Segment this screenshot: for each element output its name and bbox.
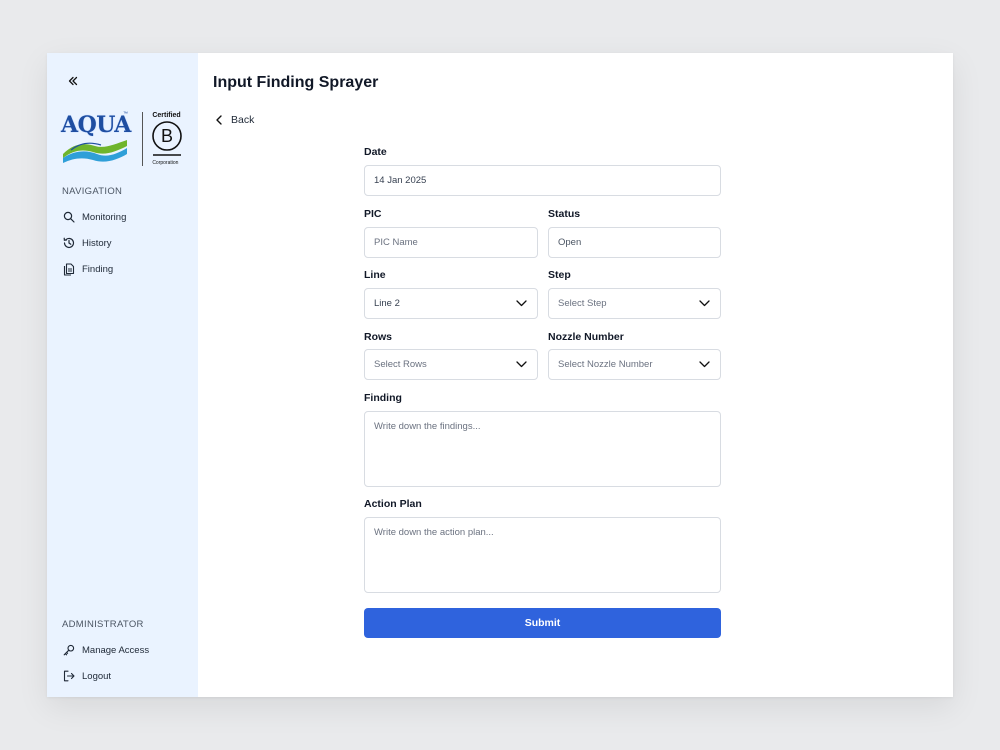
aqua-wordmark: AQUA bbox=[61, 112, 131, 138]
sidebar-item-manage-access[interactable]: Manage Access bbox=[62, 642, 149, 658]
administrator-heading: ADMINISTRATOR bbox=[62, 619, 144, 630]
aqua-wave-icon bbox=[63, 140, 127, 163]
navigation-heading: NAVIGATION bbox=[62, 186, 123, 197]
logo-divider bbox=[142, 112, 144, 166]
line-select[interactable]: Line 2 bbox=[364, 288, 538, 319]
bcorp-logo: Certified B Corporation bbox=[151, 110, 185, 168]
submit-button[interactable]: Submit bbox=[364, 608, 721, 638]
chevron-down-icon bbox=[698, 298, 710, 310]
action-plan-placeholder: Write down the action plan... bbox=[374, 527, 494, 538]
sidebar-item-label: Finding bbox=[82, 263, 114, 275]
chevron-down-icon bbox=[515, 298, 527, 310]
action-plan-textarea[interactable]: Write down the action plan... bbox=[364, 517, 721, 593]
sidebar-item-label: Manage Access bbox=[82, 644, 150, 656]
app-window: AQUA ™ Certified B Corporation NAVIGATIO… bbox=[47, 53, 953, 697]
document-icon bbox=[62, 262, 76, 276]
sidebar-item-label: Logout bbox=[82, 670, 112, 682]
key-icon bbox=[62, 643, 76, 657]
line-label: Line bbox=[364, 269, 386, 281]
bcorp-certified-text: Certified bbox=[152, 112, 181, 119]
collapse-sidebar-button[interactable] bbox=[62, 70, 84, 92]
logout-icon bbox=[62, 669, 76, 683]
chevron-left-icon bbox=[216, 115, 222, 125]
pic-label: PIC bbox=[364, 208, 382, 220]
svg-text:B: B bbox=[161, 126, 173, 146]
line-value: Line 2 bbox=[374, 298, 400, 309]
status-label: Status bbox=[548, 208, 581, 220]
sidebar-item-label: History bbox=[82, 237, 112, 249]
sidebar-item-label: Monitoring bbox=[82, 211, 127, 223]
action-plan-label: Action Plan bbox=[364, 498, 422, 510]
main-content: Input Finding Sprayer Back Date 14 Jan 2… bbox=[198, 53, 953, 697]
step-placeholder: Select Step bbox=[558, 298, 607, 309]
step-label: Step bbox=[548, 269, 571, 281]
rows-select[interactable]: Select Rows bbox=[364, 349, 538, 380]
company-logo: AQUA ™ Certified B Corporation bbox=[61, 110, 185, 168]
back-label: Back bbox=[231, 114, 255, 126]
finding-textarea[interactable]: Write down the findings... bbox=[364, 411, 721, 487]
rows-placeholder: Select Rows bbox=[374, 359, 427, 370]
step-select[interactable]: Select Step bbox=[548, 288, 721, 319]
aqua-trademark: ™ bbox=[123, 111, 128, 117]
chevron-down-icon bbox=[515, 359, 527, 371]
sidebar-item-history[interactable]: History bbox=[62, 235, 112, 251]
finding-label: Finding bbox=[364, 392, 402, 404]
rows-label: Rows bbox=[364, 331, 393, 343]
history-icon bbox=[62, 236, 76, 250]
finding-placeholder: Write down the findings... bbox=[374, 421, 481, 432]
bcorp-b-icon: B bbox=[152, 121, 183, 156]
page-title: Input Finding Sprayer bbox=[213, 74, 379, 91]
double-chevron-left-icon bbox=[68, 76, 78, 86]
nozzle-number-label: Nozzle Number bbox=[548, 331, 624, 343]
back-button[interactable]: Back bbox=[215, 114, 254, 126]
sidebar: AQUA ™ Certified B Corporation NAVIGATIO… bbox=[47, 53, 198, 697]
status-field[interactable]: Open bbox=[548, 227, 721, 258]
date-label: Date bbox=[364, 146, 387, 158]
nozzle-placeholder: Select Nozzle Number bbox=[558, 359, 653, 370]
bcorp-corporation-text: Corporation bbox=[152, 160, 179, 166]
sidebar-item-finding[interactable]: Finding bbox=[62, 261, 113, 277]
date-value: 14 Jan 2025 bbox=[374, 175, 427, 186]
aqua-logo: AQUA ™ bbox=[61, 110, 131, 168]
sidebar-item-logout[interactable]: Logout bbox=[62, 668, 111, 684]
status-value: Open bbox=[558, 237, 582, 248]
nozzle-number-select[interactable]: Select Nozzle Number bbox=[548, 349, 721, 380]
chevron-down-icon bbox=[698, 359, 710, 371]
pic-placeholder: PIC Name bbox=[374, 237, 418, 248]
pic-name-input[interactable]: PIC Name bbox=[364, 227, 538, 258]
date-field[interactable]: 14 Jan 2025 bbox=[364, 165, 721, 196]
search-icon bbox=[62, 210, 76, 224]
sidebar-item-monitoring[interactable]: Monitoring bbox=[62, 209, 126, 225]
